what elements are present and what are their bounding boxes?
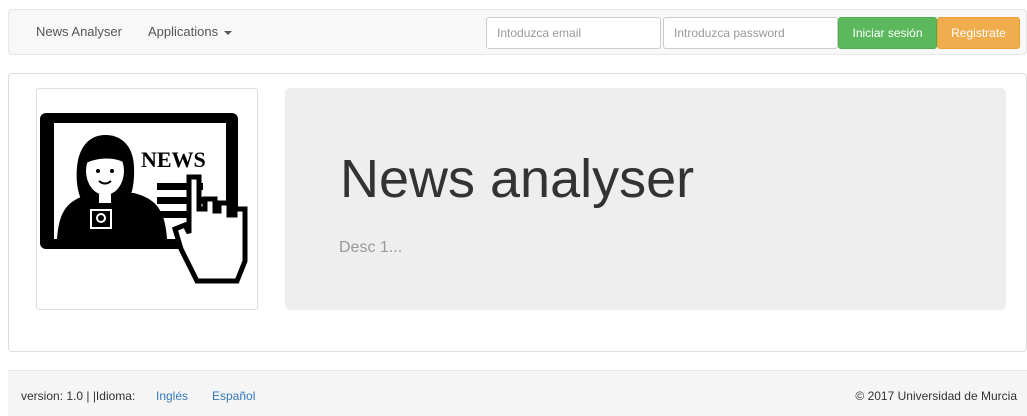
page-description: Desc 1...: [339, 239, 403, 256]
language-link-spanish[interactable]: Español: [212, 389, 255, 403]
news-tablet-icon: NEWS: [40, 113, 248, 284]
news-sign-text: NEWS: [141, 147, 206, 172]
news-thumbnail: NEWS: [36, 88, 258, 310]
top-navbar: News Analyser Applications Iniciar sesió…: [8, 9, 1027, 55]
caret-down-icon: [224, 30, 233, 35]
login-button[interactable]: Iniciar sesión: [838, 17, 937, 49]
copyright-text: © 2017 Universidad de Murcia: [855, 389, 1017, 403]
jumbotron: News analyser Desc 1...: [285, 88, 1006, 310]
email-input[interactable]: [486, 17, 661, 49]
main-panel: NEWS News analyser Desc 1...: [8, 73, 1027, 352]
brand-link[interactable]: News Analyser: [36, 24, 122, 39]
applications-dropdown[interactable]: Applications: [148, 24, 233, 39]
password-input[interactable]: [663, 17, 838, 49]
footer: version: 1.0 | |Idioma: Inglés Español ©…: [8, 370, 1027, 416]
applications-label: Applications: [148, 24, 219, 39]
register-button[interactable]: Registrate: [937, 17, 1020, 49]
language-link-english[interactable]: Inglés: [156, 389, 188, 403]
page-title: News analyser: [340, 149, 695, 209]
version-text: version: 1.0 | |Idioma:: [21, 389, 136, 403]
